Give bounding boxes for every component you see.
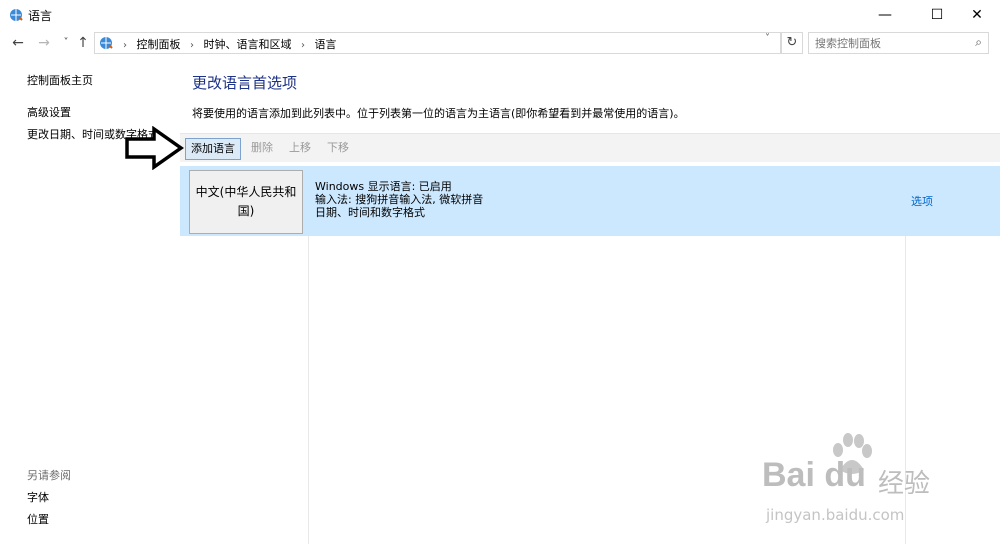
language-name-button[interactable]: 中文(中华人民共和国) [189,170,303,234]
title-bar: 语言 — ☐ ✕ [0,0,1000,30]
breadcrumb-separator: › [123,40,127,51]
search-input[interactable] [815,35,965,51]
search-box[interactable]: ⌕ [808,32,989,54]
language-app-icon [10,9,23,21]
move-up-button[interactable]: 上移 [284,138,316,158]
page-description: 将要使用的语言添加到此列表中。位于列表第一位的语言为主语言(即你希望看到并最常使… [192,107,685,120]
minimize-button[interactable]: — [862,0,908,30]
address-dropdown-icon[interactable]: ˅ [765,33,770,44]
sidebar-link-fonts[interactable]: 字体 [27,489,49,505]
control-panel-icon [100,37,113,49]
page-title: 更改语言首选项 [192,74,298,92]
baidu-watermark: Bai du 经验 jingyan.baidu.com [740,430,995,540]
breadcrumb-control-panel[interactable]: 控制面板 [137,38,181,51]
move-down-button[interactable]: 下移 [322,138,354,158]
breadcrumb-language[interactable]: 语言 [315,38,337,51]
see-also-heading: 另请参阅 [27,469,71,482]
search-icon[interactable]: ⌕ [975,35,982,50]
watermark-logo: Bai du [762,456,866,494]
remove-button[interactable]: 删除 [246,138,278,158]
sidebar-link-advanced-settings[interactable]: 高级设置 [27,104,71,120]
watermark-cn: 经验 [878,469,931,499]
language-toolbar: 添加语言 删除 上移 下移 [180,133,1000,162]
window-title: 语言 [28,9,53,23]
language-options-link[interactable]: 选项 [911,193,933,209]
close-button[interactable]: ✕ [954,0,1000,30]
back-button[interactable]: ← [8,33,28,53]
forward-button[interactable]: → [34,33,54,53]
up-button[interactable]: ↑ [73,33,93,53]
display-language-status: Windows 显示语言: 已启用 [315,180,452,193]
refresh-button[interactable]: ↻ [781,32,803,54]
sidebar-link-location[interactable]: 位置 [27,511,49,527]
breadcrumb-separator: › [301,40,305,51]
breadcrumb-separator: › [190,40,194,51]
language-row[interactable]: 中文(中华人民共和国) Windows 显示语言: 已启用 输入法: 搜狗拼音输… [180,166,1000,236]
address-bar: ← → ˅ ↑ › 控制面板 › 时钟、语言和区域 › 语言 ˅ ↻ ⌕ [0,30,1000,56]
watermark-url: jingyan.baidu.com [766,506,905,524]
add-language-button[interactable]: 添加语言 [185,138,241,160]
breadcrumb[interactable]: › 控制面板 › 时钟、语言和区域 › 语言 [94,32,781,54]
language-details: Windows 显示语言: 已启用 输入法: 搜狗拼音输入法, 微软拼音 日期、… [315,180,483,219]
breadcrumb-items: › 控制面板 › 时钟、语言和区域 › 语言 [117,36,337,52]
pointer-arrow-icon [125,126,184,170]
date-time-format: 日期、时间和数字格式 [315,206,425,219]
breadcrumb-clock-language-region[interactable]: 时钟、语言和区域 [204,38,292,51]
input-methods: 输入法: 搜狗拼音输入法, 微软拼音 [315,193,484,206]
sidebar-link-home[interactable]: 控制面板主页 [27,72,93,88]
